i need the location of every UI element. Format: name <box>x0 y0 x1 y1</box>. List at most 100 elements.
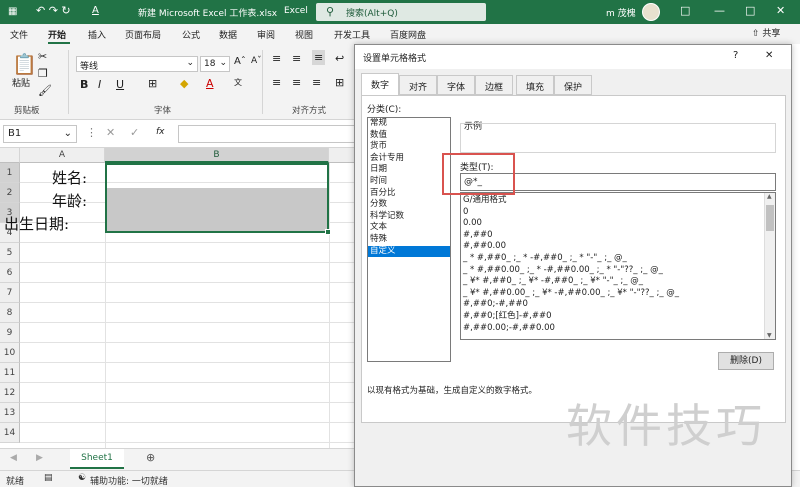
tab-file[interactable]: 文件 <box>10 28 28 41</box>
ribbon-display-icon[interactable]: □ <box>680 4 690 17</box>
sheet-tab-sheet1[interactable]: Sheet1 <box>70 449 124 469</box>
align-bottom-icon[interactable]: ≡ <box>312 50 326 65</box>
dialog-tab-number[interactable]: 数字 <box>361 73 400 95</box>
format-item[interactable]: _ ¥* #,##0.00_ ;_ ¥* -#,##0.00_ ;_ ¥* "-… <box>461 288 775 300</box>
tab-baidu-netdisk[interactable]: 百度网盘 <box>390 28 426 41</box>
align-middle-icon[interactable]: ≡ <box>292 52 301 65</box>
dialog-tab-fill[interactable]: 填充 <box>516 75 555 95</box>
format-item[interactable]: #,##0 <box>461 230 775 242</box>
category-item[interactable]: 文本 <box>368 222 450 234</box>
dialog-tab-protection[interactable]: 保护 <box>554 75 593 95</box>
select-all-corner[interactable] <box>0 148 20 163</box>
cancel-icon[interactable]: ✕ <box>106 126 115 139</box>
category-item[interactable]: 数值 <box>368 130 450 142</box>
column-header-b[interactable]: B <box>105 148 329 163</box>
row-header[interactable]: 6 <box>0 263 20 283</box>
row-header[interactable]: 10 <box>0 343 20 363</box>
macro-record-icon[interactable]: ▤ <box>44 473 53 483</box>
tab-formulas[interactable]: 公式 <box>182 28 200 41</box>
paste-label[interactable]: 粘贴 <box>12 76 30 89</box>
row-header[interactable]: 2 <box>0 183 20 203</box>
scroll-up-icon[interactable]: ▲ <box>767 193 772 200</box>
align-right-icon[interactable]: ≡ <box>312 76 321 89</box>
dialog-tab-alignment[interactable]: 对齐 <box>399 75 438 95</box>
name-box[interactable]: B1 ⌄ <box>3 125 77 143</box>
format-item[interactable]: 0 <box>461 207 775 219</box>
row-header[interactable]: 12 <box>0 383 20 403</box>
category-item[interactable]: 时间 <box>368 176 450 188</box>
tab-view[interactable]: 视图 <box>295 28 313 41</box>
column-header-a[interactable]: A <box>20 148 105 163</box>
row-header[interactable]: 13 <box>0 403 20 423</box>
row-header[interactable]: 9 <box>0 323 20 343</box>
grow-font-button[interactable]: Aˆ <box>234 56 246 67</box>
shrink-font-button[interactable]: Aˇ <box>251 56 262 66</box>
scroll-thumb[interactable] <box>766 205 774 231</box>
undo-redo-icons[interactable]: ↶ ↷ ↻ <box>36 4 71 17</box>
format-item[interactable]: G/通用格式 <box>461 195 775 207</box>
prev-sheet-icon[interactable]: ◀ <box>10 453 17 463</box>
cell-a2-label[interactable]: 年龄: <box>52 190 87 211</box>
format-list-scrollbar[interactable]: ▲ ▼ <box>764 193 775 339</box>
category-item[interactable]: 货币 <box>368 141 450 153</box>
underline-button[interactable]: U <box>116 78 124 91</box>
font-size-select[interactable]: 18 ⌄ <box>200 56 230 72</box>
dialog-tab-font[interactable]: 字体 <box>437 75 476 95</box>
tab-insert[interactable]: 插入 <box>88 28 106 41</box>
selected-range[interactable] <box>105 163 331 235</box>
close-window-icon[interactable]: ✕ <box>776 4 785 17</box>
enter-icon[interactable]: ✓ <box>130 126 139 139</box>
category-item[interactable]: 百分比 <box>368 188 450 200</box>
formula-input[interactable] <box>178 125 358 143</box>
category-item[interactable]: 自定义 <box>368 245 450 258</box>
format-painter-icon[interactable]: 🖌 <box>38 84 52 97</box>
tab-data[interactable]: 数据 <box>219 28 237 41</box>
align-top-icon[interactable]: ≡ <box>272 52 281 65</box>
tab-developer[interactable]: 开发工具 <box>334 28 370 41</box>
category-item[interactable]: 常规 <box>368 118 450 130</box>
row-header[interactable]: 14 <box>0 423 20 443</box>
category-list[interactable]: 常规 数值 货币 会计专用 日期 时间 百分比 分数 科学记数 文本 特殊 自定义 <box>367 117 451 362</box>
borders-icon[interactable]: ⊞ <box>148 77 157 90</box>
tab-review[interactable]: 审阅 <box>257 28 275 41</box>
next-sheet-icon[interactable]: ▶ <box>36 453 43 463</box>
minimize-icon[interactable]: — <box>714 4 725 17</box>
font-name-select[interactable]: 等线 ⌄ <box>76 56 198 72</box>
user-avatar[interactable] <box>642 3 660 21</box>
user-name[interactable]: m 茂槐 <box>606 6 636 19</box>
format-item[interactable]: 0.00 <box>461 218 775 230</box>
wrap-text-icon[interactable]: ↩ <box>335 52 344 65</box>
format-item[interactable]: #,##0;-#,##0 <box>461 299 775 311</box>
row-header[interactable]: 8 <box>0 303 20 323</box>
maximize-icon[interactable]: □ <box>745 4 755 17</box>
format-item[interactable]: _ ¥* #,##0_ ;_ ¥* -#,##0_ ;_ ¥* "-"_ ;_ … <box>461 276 775 288</box>
category-item[interactable]: 分数 <box>368 199 450 211</box>
category-item[interactable]: 会计专用 <box>368 153 450 165</box>
insert-function-button[interactable]: fx <box>156 127 165 137</box>
accessibility-icon[interactable]: ☯ <box>78 473 86 483</box>
accessibility-status[interactable]: 辅助功能: 一切就绪 <box>90 474 168 487</box>
fill-handle[interactable] <box>325 229 331 235</box>
row-header[interactable]: 5 <box>0 243 20 263</box>
copy-icon[interactable]: ❐ <box>38 67 48 80</box>
row-header[interactable]: 7 <box>0 283 20 303</box>
delete-format-button[interactable]: 删除(D) <box>718 352 774 370</box>
tab-page-layout[interactable]: 页面布局 <box>125 28 161 41</box>
format-item[interactable]: _ * #,##0.00_ ;_ * -#,##0.00_ ;_ * "-"??… <box>461 265 775 277</box>
row-header[interactable]: 11 <box>0 363 20 383</box>
format-item[interactable]: _ * #,##0_ ;_ * -#,##0_ ;_ * "-"_ ;_ @_ <box>461 253 775 265</box>
format-item[interactable]: #,##0.00 <box>461 241 775 253</box>
tab-home[interactable]: 开始 <box>48 28 66 41</box>
bold-button[interactable]: B <box>80 78 88 91</box>
font-color-icon[interactable]: A <box>206 77 214 90</box>
search-box[interactable]: ⚲ 搜索(Alt+Q) <box>316 3 486 21</box>
category-item[interactable]: 日期 <box>368 164 450 176</box>
phonetic-icon[interactable]: 文 <box>234 77 242 88</box>
share-button[interactable]: ⇧ 共享 <box>752 26 780 39</box>
align-left-icon[interactable]: ≡ <box>272 76 281 89</box>
paste-icon[interactable]: 📋 <box>12 52 37 76</box>
row-header[interactable]: 1 <box>0 163 20 183</box>
help-button[interactable]: ? <box>733 50 738 61</box>
cut-icon[interactable]: ✂ <box>38 50 47 63</box>
merge-icon[interactable]: ⊞ <box>335 76 344 89</box>
